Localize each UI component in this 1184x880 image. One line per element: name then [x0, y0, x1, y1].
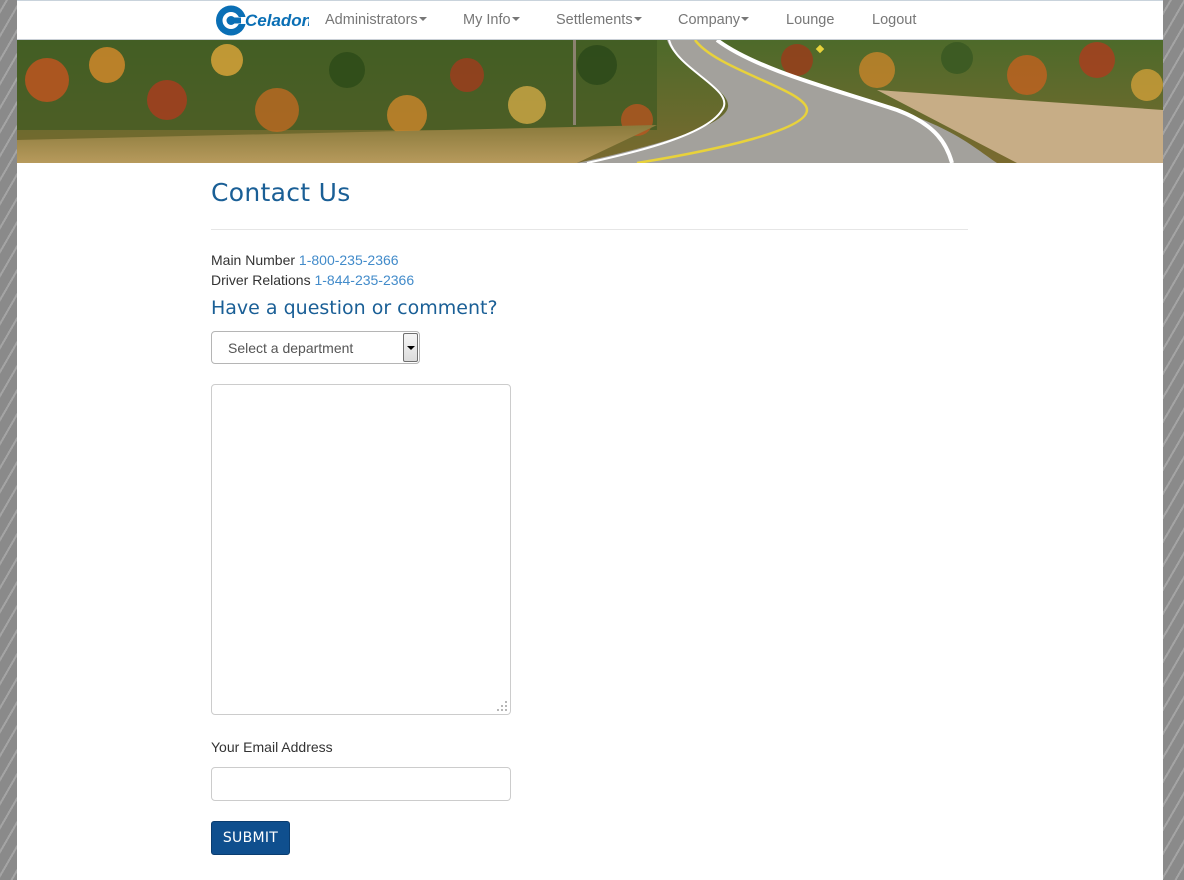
hero-banner-image — [17, 40, 1163, 163]
logo-wordmark: Celadon — [245, 11, 309, 30]
celadon-logo[interactable]: Celadon — [215, 2, 309, 39]
nav-administrators-label: Administrators — [325, 12, 418, 28]
nav-lounge-label: Lounge — [786, 12, 835, 28]
nav-my-info[interactable]: My Info — [463, 12, 520, 28]
question-heading: Have a question or comment? — [211, 297, 498, 319]
page-container: Celadon Administrators My Info Settlemen… — [17, 0, 1163, 880]
top-navbar: Celadon Administrators My Info Settlemen… — [17, 0, 1163, 40]
nav-company-label: Company — [678, 12, 741, 28]
department-select[interactable]: Select a department — [211, 331, 420, 364]
contact-main-number-label: Main Number — [211, 252, 296, 268]
resize-grip-icon[interactable] — [496, 700, 508, 712]
driver-relations-link[interactable]: 1-844-235-2366 — [314, 272, 414, 288]
nav-my-info-label: My Info — [463, 12, 511, 28]
chevron-down-icon — [407, 346, 415, 350]
message-textarea[interactable] — [211, 384, 511, 715]
nav-settlements-label: Settlements — [556, 12, 633, 28]
contact-driver-relations-label: Driver Relations — [211, 272, 311, 288]
nav-lounge[interactable]: Lounge — [786, 12, 834, 28]
main-number-link[interactable]: 1-800-235-2366 — [299, 252, 399, 268]
nav-company[interactable]: Company — [678, 12, 750, 28]
chevron-down-icon — [633, 17, 642, 22]
contact-main-number: Main Number 1-800-235-2366 — [211, 252, 399, 268]
nav-settlements[interactable]: Settlements — [556, 12, 642, 28]
nav-administrators[interactable]: Administrators — [325, 12, 427, 28]
email-label: Your Email Address — [211, 739, 333, 755]
page-title: Contact Us — [211, 178, 351, 207]
chevron-down-icon — [511, 17, 520, 22]
title-divider — [211, 229, 968, 230]
chevron-down-icon — [741, 17, 750, 22]
nav-logout-label: Logout — [872, 12, 917, 28]
nav-logout[interactable]: Logout — [872, 12, 916, 28]
contact-driver-relations: Driver Relations 1-844-235-2366 — [211, 272, 414, 288]
department-select-value: Select a department — [228, 340, 354, 356]
submit-button[interactable]: SUBMIT — [211, 821, 290, 855]
email-field[interactable] — [211, 767, 511, 801]
chevron-down-icon — [418, 17, 427, 22]
department-select-button[interactable] — [403, 333, 418, 362]
